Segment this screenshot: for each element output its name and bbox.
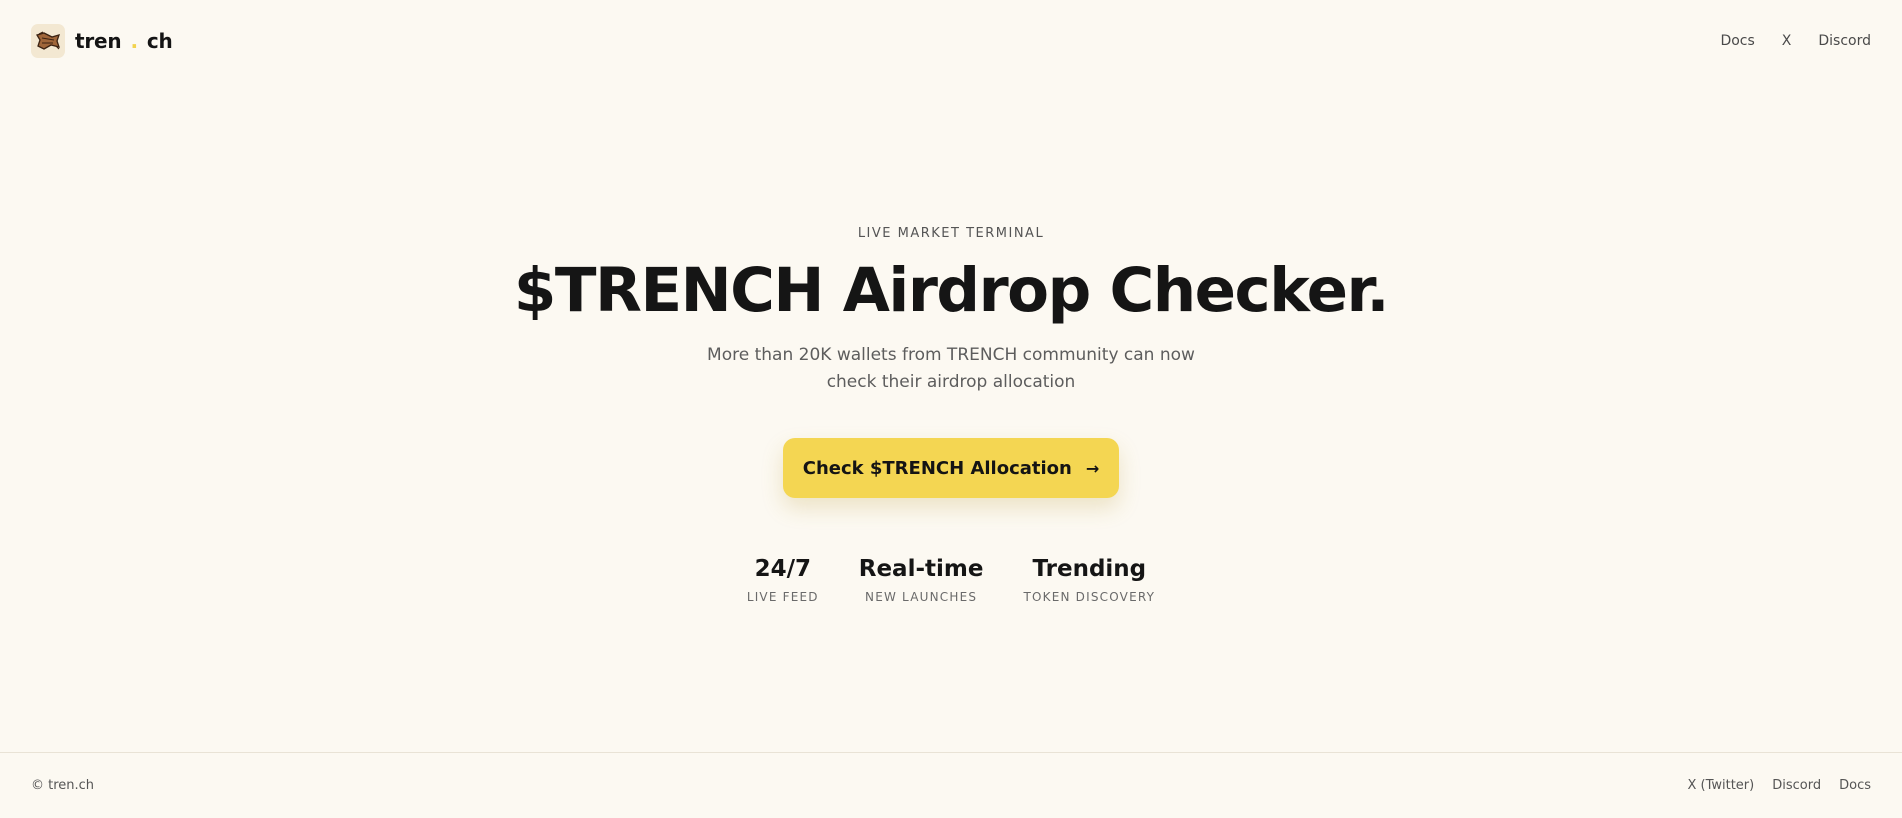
site-header: tren . ch Docs X Discord xyxy=(0,0,1902,82)
header-nav: Docs X Discord xyxy=(1720,33,1871,49)
brand-part2: ch xyxy=(146,29,173,53)
stat-label: LIVE FEED xyxy=(746,590,819,605)
brand-dot: . xyxy=(130,29,138,53)
stat-live-feed: 24/7 LIVE FEED xyxy=(747,556,819,604)
stat-value: Real-time xyxy=(858,556,984,583)
check-allocation-label: Check $TRENCH Allocation xyxy=(802,457,1072,479)
check-allocation-button[interactable]: Check $TRENCH Allocation → xyxy=(783,438,1119,499)
footer-discord-link[interactable]: Discord xyxy=(1772,778,1821,793)
footer-x-twitter-link[interactable]: X (Twitter) xyxy=(1687,778,1754,793)
nav-x-link[interactable]: X xyxy=(1782,33,1792,49)
stat-value: 24/7 xyxy=(754,556,811,583)
footer-links: X (Twitter) Discord Docs xyxy=(1687,778,1871,793)
nav-discord-link[interactable]: Discord xyxy=(1818,33,1871,49)
hero-eyebrow: LIVE MARKET TERMINAL xyxy=(857,226,1045,241)
footer-docs-link[interactable]: Docs xyxy=(1839,778,1871,793)
brand-wordmark: tren . ch xyxy=(75,29,173,53)
stat-token-discovery: Trending TOKEN DISCOVERY xyxy=(1023,556,1155,604)
site-footer: © tren.ch X (Twitter) Discord Docs xyxy=(0,752,1902,818)
brand-part1: tren xyxy=(75,29,122,53)
stat-label: NEW LAUNCHES xyxy=(865,590,978,605)
stat-new-launches: Real-time NEW LAUNCHES xyxy=(859,556,984,604)
stat-value: Trending xyxy=(1032,556,1147,583)
stat-label: TOKEN DISCOVERY xyxy=(1023,590,1156,605)
arrow-right-icon: → xyxy=(1085,458,1100,478)
page-title: $TRENCH Airdrop Checker. xyxy=(513,255,1390,326)
nav-docs-link[interactable]: Docs xyxy=(1720,33,1754,49)
brand-link[interactable]: tren . ch xyxy=(31,24,173,58)
landing-page: tren . ch Docs X Discord LIVE MARKET TER… xyxy=(0,0,1902,818)
footer-copyright: © tren.ch xyxy=(31,778,95,793)
logo-icon xyxy=(31,24,65,58)
stats-row: 24/7 LIVE FEED Real-time NEW LAUNCHES Tr… xyxy=(747,556,1155,604)
hero-subtext: More than 20K wallets from TRENCH commun… xyxy=(707,345,1195,393)
hero-section: LIVE MARKET TERMINAL $TRENCH Airdrop Che… xyxy=(0,226,1902,604)
